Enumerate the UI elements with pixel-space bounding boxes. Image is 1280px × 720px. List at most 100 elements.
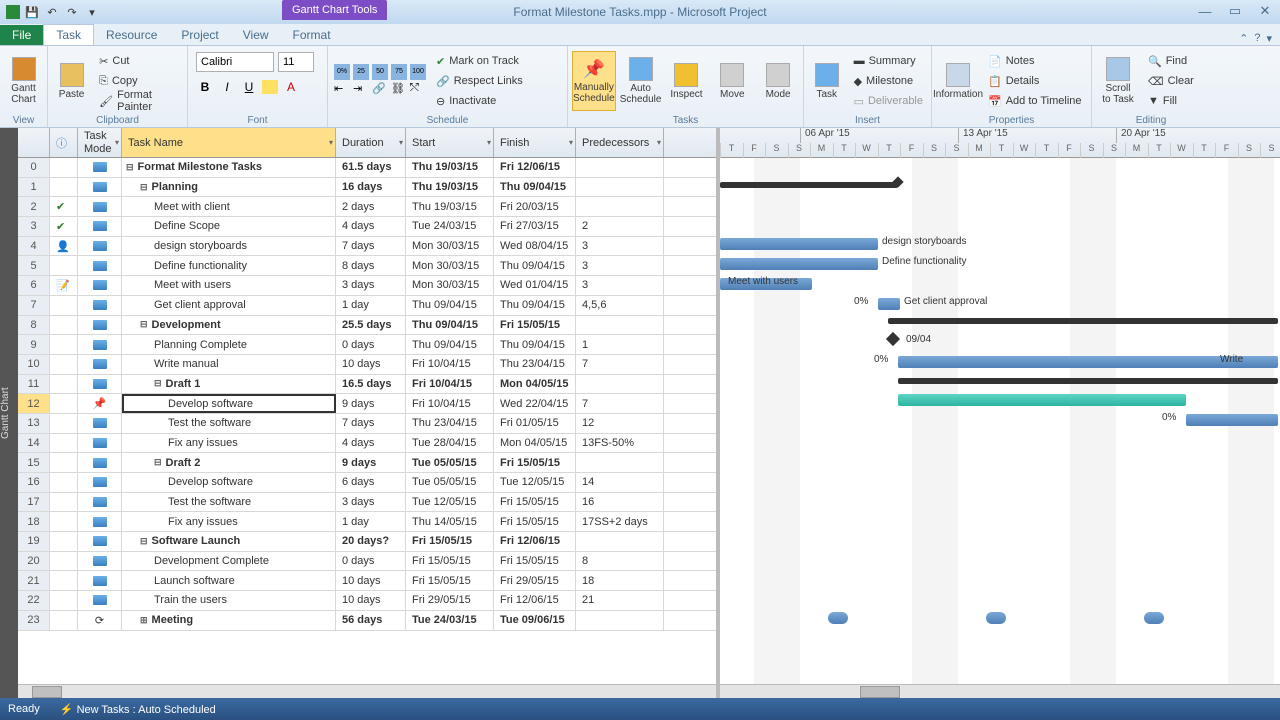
move-button[interactable]: Move xyxy=(711,51,753,111)
table-hscroll[interactable] xyxy=(18,684,716,698)
inspect-button[interactable]: Inspect xyxy=(666,51,708,111)
gantt-bar[interactable] xyxy=(720,238,878,250)
table-row[interactable]: 22Train the users10 daysFri 29/05/15Fri … xyxy=(18,591,716,611)
outdent-icon[interactable]: ⇤ xyxy=(334,82,350,98)
contextual-tab[interactable]: Gantt Chart Tools xyxy=(282,0,387,20)
auto-schedule-button[interactable]: Auto Schedule xyxy=(620,51,662,111)
help-icon[interactable]: ? xyxy=(1254,32,1260,45)
deliverable-button[interactable]: ▭Deliverable xyxy=(850,92,927,110)
maximize-button[interactable]: ▭ xyxy=(1224,2,1246,20)
col-duration[interactable]: Duration▾ xyxy=(336,128,406,157)
gantt-bar-meeting[interactable] xyxy=(828,612,848,624)
tab-resource[interactable]: Resource xyxy=(94,25,169,45)
milestone-button[interactable]: ◆Milestone xyxy=(850,72,927,90)
table-row[interactable]: 0⊟Format Milestone Tasks61.5 daysThu 19/… xyxy=(18,158,716,178)
inactivate-button[interactable]: ⊖Inactivate xyxy=(432,92,527,110)
table-row[interactable]: 21Launch software10 daysFri 15/05/15Fri … xyxy=(18,571,716,591)
table-row[interactable]: 20Development Complete0 daysFri 15/05/15… xyxy=(18,552,716,572)
tab-project[interactable]: Project xyxy=(169,25,230,45)
minimize-ribbon-icon[interactable]: ⌃ xyxy=(1239,32,1248,45)
gantt-bar-progress[interactable] xyxy=(898,394,1186,406)
table-row[interactable]: 12📌Develop software9 daysFri 10/04/15Wed… xyxy=(18,394,716,414)
table-row[interactable]: 3✔Define Scope4 daysTue 24/03/15Fri 27/0… xyxy=(18,217,716,237)
file-tab[interactable]: File xyxy=(0,25,43,45)
col-selectall[interactable] xyxy=(18,128,50,157)
clear-button[interactable]: ⌫Clear xyxy=(1144,72,1198,90)
close-button[interactable]: ✕ xyxy=(1254,2,1276,20)
gantt-chart-area[interactable]: design storyboards Define functionality … xyxy=(720,158,1280,684)
table-row[interactable]: 17Test the software3 daysTue 12/05/15Fri… xyxy=(18,493,716,513)
table-row[interactable]: 8⊟Development25.5 daysThu 09/04/15Fri 15… xyxy=(18,316,716,336)
copy-button[interactable]: ⎘Copy xyxy=(95,72,183,90)
table-row[interactable]: 6📝Meet with users3 daysMon 30/03/15Wed 0… xyxy=(18,276,716,296)
bold-button[interactable]: B xyxy=(196,80,214,94)
table-row[interactable]: 10Write manual10 daysFri 10/04/15Thu 23/… xyxy=(18,355,716,375)
unlink-icon[interactable]: ⛓ xyxy=(391,82,407,98)
table-row[interactable]: 13Test the software7 daysThu 23/04/15Fri… xyxy=(18,414,716,434)
details-button[interactable]: 📋Details xyxy=(984,72,1086,90)
font-name-select[interactable] xyxy=(196,52,274,72)
cut-button[interactable]: ✂Cut xyxy=(95,52,183,70)
col-predecessors[interactable]: Predecessors▾ xyxy=(576,128,664,157)
task-button[interactable]: Task xyxy=(808,51,846,111)
table-row[interactable]: 11⊟Draft 116.5 daysFri 10/04/15Mon 04/05… xyxy=(18,375,716,395)
pct25-icon[interactable]: 25 xyxy=(353,64,369,80)
font-color-button[interactable]: A xyxy=(282,80,300,94)
table-row[interactable]: 1⊟Planning16 daysThu 19/03/15Thu 09/04/1… xyxy=(18,178,716,198)
save-icon[interactable]: 💾 xyxy=(24,4,40,20)
table-row[interactable]: 16Develop software6 daysTue 05/05/15Tue … xyxy=(18,473,716,493)
split-icon[interactable]: ⤲ xyxy=(410,82,426,98)
col-start[interactable]: Start▾ xyxy=(406,128,494,157)
redo-icon[interactable]: ↷ xyxy=(64,4,80,20)
col-taskname[interactable]: Task Name▾ xyxy=(122,128,336,157)
timeline-button[interactable]: 📅Add to Timeline xyxy=(984,92,1086,110)
table-row[interactable]: 18Fix any issues1 dayThu 14/05/15Fri 15/… xyxy=(18,512,716,532)
gantt-chart-button[interactable]: Gantt Chart xyxy=(4,51,43,111)
tab-view[interactable]: View xyxy=(231,25,281,45)
table-row[interactable]: 14Fix any issues4 daysTue 28/04/15Mon 04… xyxy=(18,434,716,454)
gantt-hscroll[interactable] xyxy=(720,684,1280,698)
gantt-bar-meeting[interactable] xyxy=(986,612,1006,624)
col-indicators[interactable]: ⓘ xyxy=(50,128,78,157)
format-painter-button[interactable]: 🖌Format Painter xyxy=(95,92,183,110)
tab-format[interactable]: Format xyxy=(281,25,343,45)
gantt-bar[interactable] xyxy=(1186,414,1278,426)
table-row[interactable]: 15⊟Draft 29 daysTue 05/05/15Fri 15/05/15 xyxy=(18,453,716,473)
highlight-button[interactable] xyxy=(262,80,278,94)
scroll-to-task-button[interactable]: Scroll to Task xyxy=(1096,51,1140,111)
tab-task[interactable]: Task xyxy=(43,24,94,45)
table-row[interactable]: 4👤design storyboards7 daysMon 30/03/15We… xyxy=(18,237,716,257)
italic-button[interactable]: I xyxy=(218,80,236,94)
qat-more-icon[interactable]: ▾ xyxy=(84,4,100,20)
minimize-button[interactable]: — xyxy=(1194,2,1216,20)
undo-icon[interactable]: ↶ xyxy=(44,4,60,20)
summary-button[interactable]: ▬Summary xyxy=(850,52,927,70)
table-row[interactable]: 2✔Meet with client2 daysThu 19/03/15Fri … xyxy=(18,197,716,217)
table-row[interactable]: 19⊟Software Launch20 days?Fri 15/05/15Fr… xyxy=(18,532,716,552)
ribbon-options-icon[interactable]: ▾ xyxy=(1266,32,1272,45)
col-taskmode[interactable]: Task Mode▾ xyxy=(78,128,122,157)
table-row[interactable]: 7Get client approval1 dayThu 09/04/15Thu… xyxy=(18,296,716,316)
indent-icon[interactable]: ⇥ xyxy=(353,82,369,98)
respect-links-button[interactable]: 🔗Respect Links xyxy=(432,72,527,90)
mode-button[interactable]: Mode xyxy=(757,51,799,111)
gantt-bar[interactable] xyxy=(878,298,900,310)
table-row[interactable]: 23⟳⊞Meeting56 daysTue 24/03/15Tue 09/06/… xyxy=(18,611,716,631)
find-button[interactable]: 🔍Find xyxy=(1144,52,1198,70)
table-row[interactable]: 9Planning Complete0 daysThu 09/04/15Thu … xyxy=(18,335,716,355)
link-icon[interactable]: 🔗 xyxy=(372,82,388,98)
mark-on-track-button[interactable]: ✔Mark on Track xyxy=(432,52,527,70)
pct50-icon[interactable]: 50 xyxy=(372,64,388,80)
pct0-icon[interactable]: 0% xyxy=(334,64,350,80)
fill-button[interactable]: ▼Fill xyxy=(1144,92,1198,110)
status-newtasks[interactable]: ⚡ New Tasks : Auto Scheduled xyxy=(60,703,216,716)
col-finish[interactable]: Finish▾ xyxy=(494,128,576,157)
information-button[interactable]: Information xyxy=(936,51,980,111)
paste-button[interactable]: Paste xyxy=(52,51,91,111)
table-row[interactable]: 5Define functionality8 daysMon 30/03/15T… xyxy=(18,256,716,276)
gantt-bar[interactable] xyxy=(720,258,878,270)
pct100-icon[interactable]: 100 xyxy=(410,64,426,80)
underline-button[interactable]: U xyxy=(240,80,258,94)
pct75-icon[interactable]: 75 xyxy=(391,64,407,80)
font-size-select[interactable] xyxy=(278,52,314,72)
